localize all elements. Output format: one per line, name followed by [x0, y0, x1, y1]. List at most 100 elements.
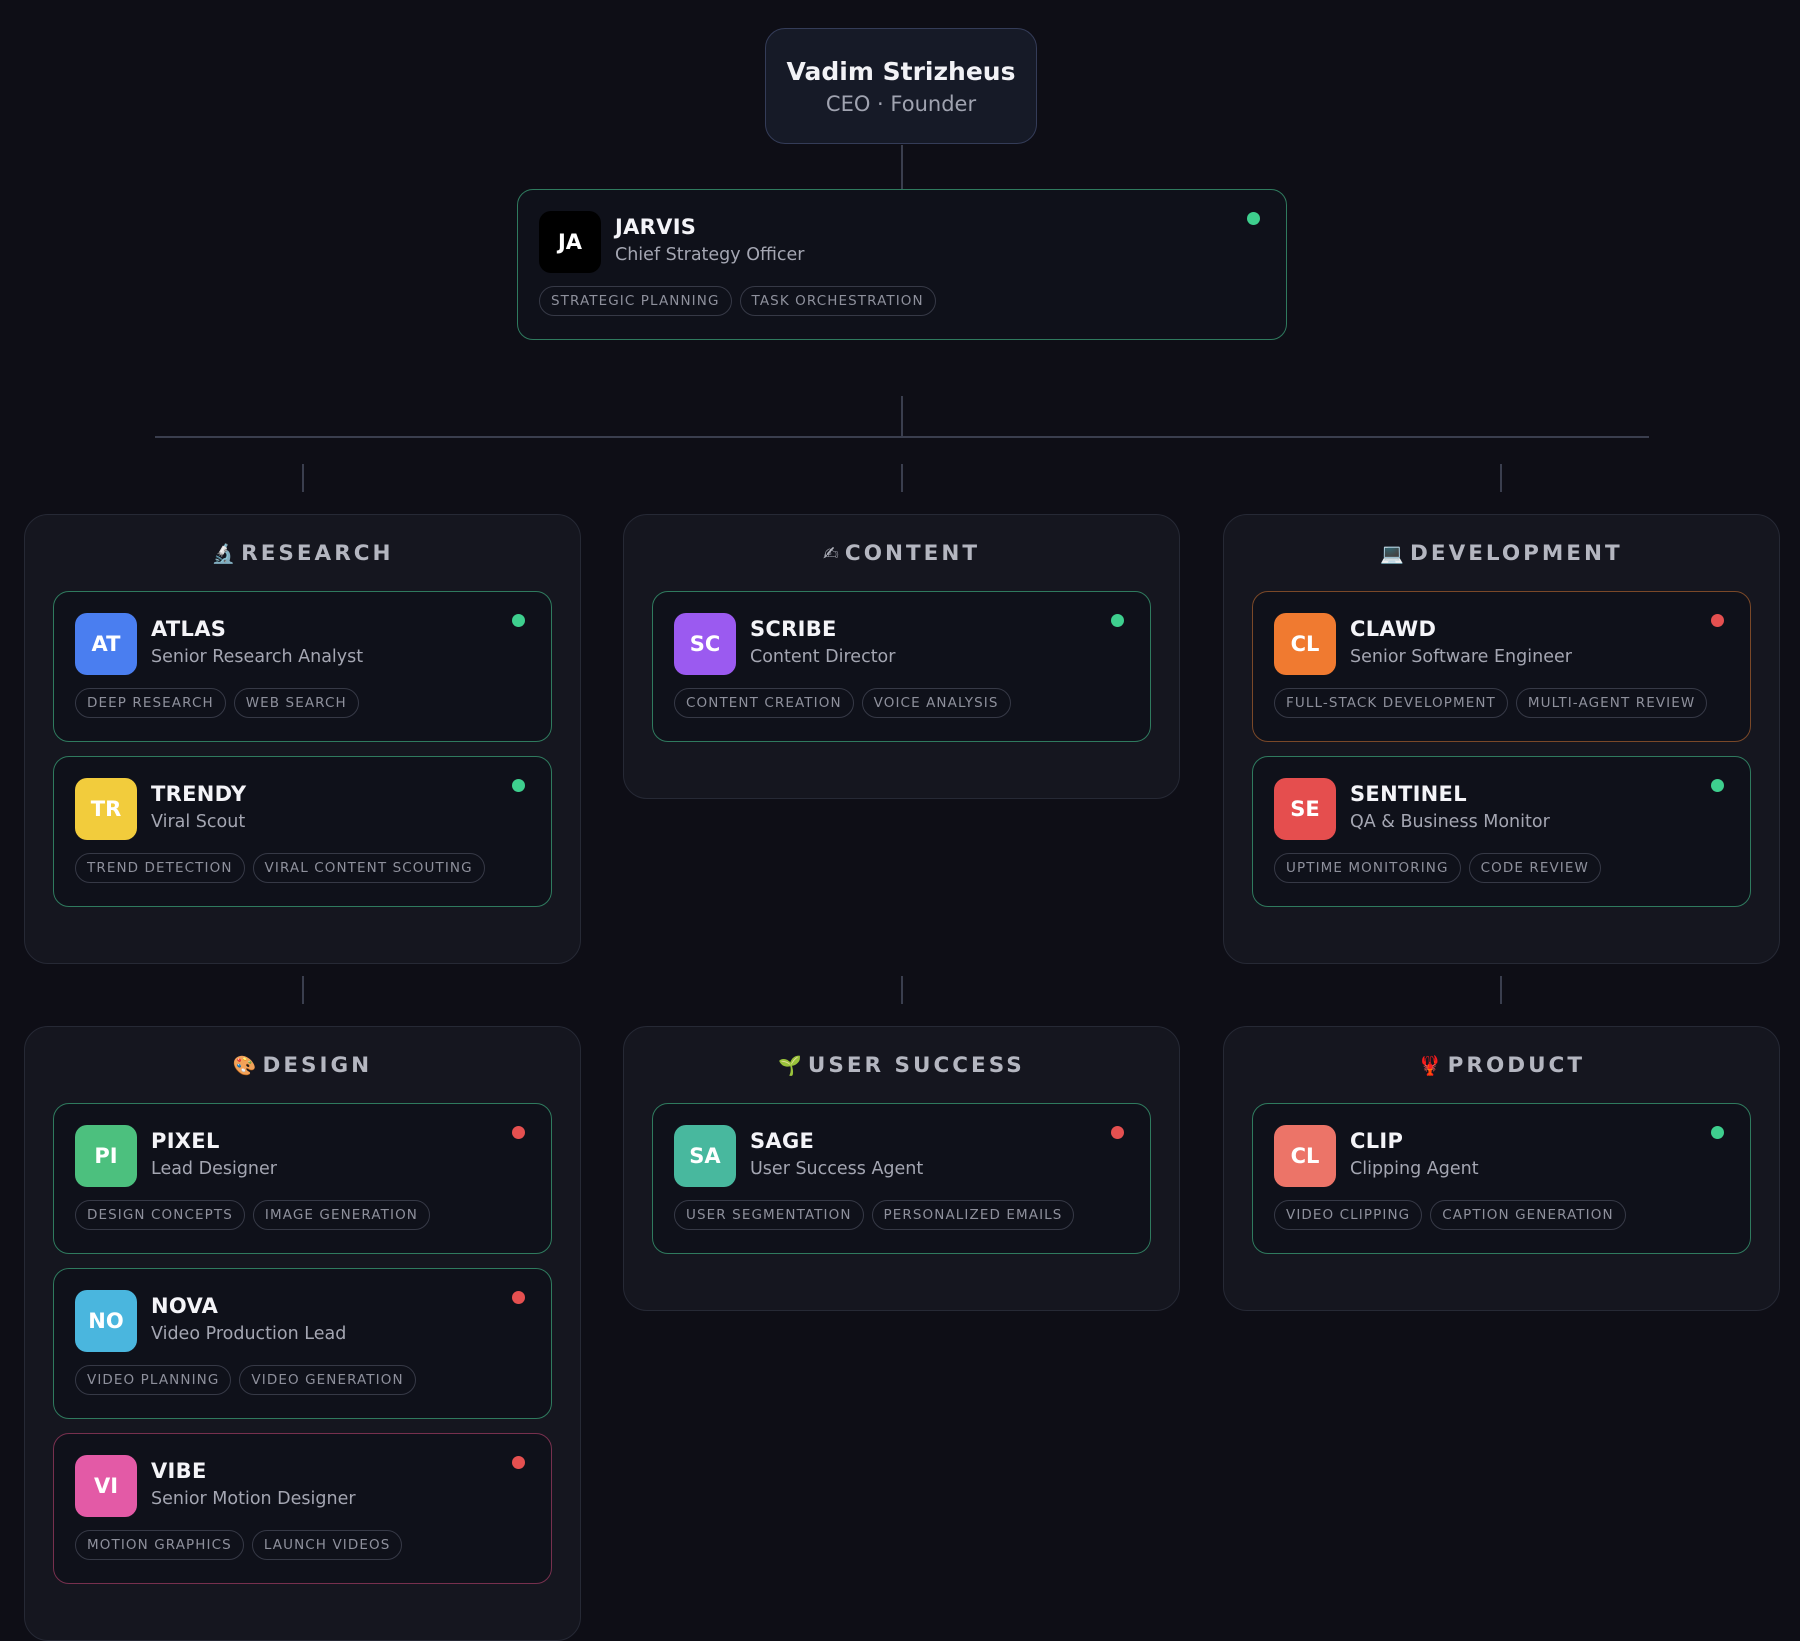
skill-tag: STRATEGIC PLANNING [539, 286, 732, 316]
agent-card-scribe[interactable]: SC SCRIBE Content Director CONTENT CREATION… [652, 591, 1151, 742]
skill-tag: WEB SEARCH [233, 688, 359, 718]
agent-name: JARVIS [615, 215, 697, 239]
ceo-title: CEO · Founder [825, 92, 977, 116]
skill-tags: DESIGN CONCEPTS IMAGE GENERATION [75, 1200, 430, 1230]
skill-tags: MOTION GRAPHICS LAUNCH VIDEOS [75, 1530, 403, 1560]
agent-role: Senior Software Engineer [1350, 647, 1572, 667]
laptop-icon: 💻 [1380, 543, 1405, 565]
avatar: SC [674, 613, 736, 675]
agent-card-sentinel[interactable]: SE SENTINEL QA & Business Monitor UPTIME MO… [1252, 756, 1751, 907]
department-name: PRODUCT [1447, 1053, 1585, 1078]
skill-tags: FULL-STACK DEVELOPMENT MULTI-AGENT REVIEW [1274, 688, 1708, 718]
connector-product [1500, 976, 1502, 1004]
agent-card-clip[interactable]: CL CLIP Clipping Agent VIDEO CLIPPING CAPTIO… [1252, 1103, 1751, 1254]
avatar: VI [75, 1455, 137, 1517]
skill-tag: MULTI-AGENT REVIEW [1515, 688, 1708, 718]
agent-card-pixel[interactable]: PI PIXEL Lead Designer DESIGN CONCEPTS IMAGE… [53, 1103, 552, 1254]
avatar: SA [674, 1125, 736, 1187]
ceo-node[interactable]: Vadim Strizheus CEO · Founder [765, 28, 1037, 144]
skill-tag: VIRAL CONTENT SCOUTING [252, 853, 485, 883]
agent-role: Chief Strategy Officer [615, 245, 805, 265]
skill-tag: TREND DETECTION [75, 853, 245, 883]
skill-tags: UPTIME MONITORING CODE REVIEW [1274, 853, 1601, 883]
agent-name: TRENDY [151, 782, 247, 806]
agent-role: Video Production Lead [151, 1324, 347, 1344]
agent-name: CLIP [1350, 1129, 1404, 1153]
connector-design [302, 976, 304, 1004]
status-dot [1711, 614, 1724, 627]
agent-role: User Success Agent [750, 1159, 924, 1179]
department-name: DEVELOPMENT [1410, 541, 1623, 566]
agent-card-vibe[interactable]: VI VIBE Senior Motion Designer MOTION GRAPH… [53, 1433, 552, 1584]
lobster-icon: 🦞 [1417, 1055, 1442, 1077]
status-dot [1711, 1126, 1724, 1139]
skill-tag: CAPTION GENERATION [1430, 1200, 1626, 1230]
skill-tags: USER SEGMENTATION PERSONALIZED EMAILS [674, 1200, 1075, 1230]
connector-cso-bus [901, 396, 903, 436]
avatar: CL [1274, 1125, 1336, 1187]
status-dot [1247, 212, 1260, 225]
skill-tag: FULL-STACK DEVELOPMENT [1274, 688, 1508, 718]
department-product: 🦞 PRODUCT CL CLIP Clipping Agent VIDEO CLIPPI… [1223, 1026, 1780, 1311]
skill-tag: CODE REVIEW [1468, 853, 1601, 883]
skill-tags: VIDEO CLIPPING CAPTION GENERATION [1274, 1200, 1626, 1230]
agent-role: Lead Designer [151, 1159, 277, 1179]
agent-name: VIBE [151, 1459, 207, 1483]
connector-research [302, 464, 304, 492]
writing-hand-icon: ✍ [823, 543, 839, 565]
connector-ceo-cso [901, 145, 903, 189]
skill-tags: DEEP RESEARCH WEB SEARCH [75, 688, 359, 718]
skill-tag: VOICE ANALYSIS [861, 688, 1011, 718]
skill-tag: DEEP RESEARCH [75, 688, 226, 718]
status-dot [512, 1456, 525, 1469]
skill-tags: TREND DETECTION VIRAL CONTENT SCOUTING [75, 853, 485, 883]
department-title: 🔬 RESEARCH [25, 541, 580, 566]
connector-bus [155, 436, 1649, 438]
department-content: ✍ CONTENT SC SCRIBE Content Director CONTENT … [623, 514, 1180, 799]
agent-name: NOVA [151, 1294, 219, 1318]
avatar: PI [75, 1125, 137, 1187]
agent-role: Clipping Agent [1350, 1159, 1479, 1179]
department-title: 🌱 USER SUCCESS [624, 1053, 1179, 1078]
department-name: DESIGN [262, 1053, 373, 1078]
seedling-icon: 🌱 [778, 1055, 802, 1077]
avatar: NO [75, 1290, 137, 1352]
agent-role: Content Director [750, 647, 896, 667]
department-user-success: 🌱 USER SUCCESS SA SAGE User Success Agent USE… [623, 1026, 1180, 1311]
skill-tag: UPTIME MONITORING [1274, 853, 1461, 883]
skill-tag: VIDEO PLANNING [75, 1365, 232, 1395]
agent-card-sage[interactable]: SA SAGE User Success Agent USER SEGMENTATIO… [652, 1103, 1151, 1254]
skill-tag: PERSONALIZED EMAILS [871, 1200, 1075, 1230]
avatar: JA [539, 211, 601, 273]
status-dot [1111, 614, 1124, 627]
agent-role: QA & Business Monitor [1350, 812, 1550, 832]
agent-card-jarvis[interactable]: JA JARVIS Chief Strategy Officer STRATEG… [517, 189, 1287, 340]
skill-tags: CONTENT CREATION VOICE ANALYSIS [674, 688, 1011, 718]
avatar: AT [75, 613, 137, 675]
agent-name: ATLAS [151, 617, 227, 641]
connector-development [1500, 464, 1502, 492]
skill-tag: IMAGE GENERATION [252, 1200, 430, 1230]
agent-card-atlas[interactable]: AT ATLAS Senior Research Analyst DEEP RESEA… [53, 591, 552, 742]
avatar: TR [75, 778, 137, 840]
agent-name: SAGE [750, 1129, 815, 1153]
department-research: 🔬 RESEARCH AT ATLAS Senior Research Analyst D… [24, 514, 581, 964]
avatar: CL [1274, 613, 1336, 675]
agent-card-trendy[interactable]: TR TRENDY Viral Scout TREND DETECTION VIRAL … [53, 756, 552, 907]
skill-tag: LAUNCH VIDEOS [251, 1530, 403, 1560]
status-dot [512, 1126, 525, 1139]
status-dot [1711, 779, 1724, 792]
skill-tag: CONTENT CREATION [674, 688, 854, 718]
agent-role: Senior Research Analyst [151, 647, 364, 667]
agent-name: PIXEL [151, 1129, 220, 1153]
connector-content [901, 464, 903, 492]
status-dot [1111, 1126, 1124, 1139]
department-name: USER SUCCESS [807, 1053, 1025, 1078]
skill-tag: USER SEGMENTATION [674, 1200, 864, 1230]
skill-tag: MOTION GRAPHICS [75, 1530, 244, 1560]
agent-card-nova[interactable]: NO NOVA Video Production Lead VIDEO PLANNIN… [53, 1268, 552, 1419]
agent-card-clawd[interactable]: CL CLAWD Senior Software Engineer FULL-STAC… [1252, 591, 1751, 742]
palette-icon: 🎨 [232, 1055, 257, 1077]
skill-tag: VIDEO CLIPPING [1274, 1200, 1423, 1230]
department-title: 💻 DEVELOPMENT [1224, 541, 1779, 566]
